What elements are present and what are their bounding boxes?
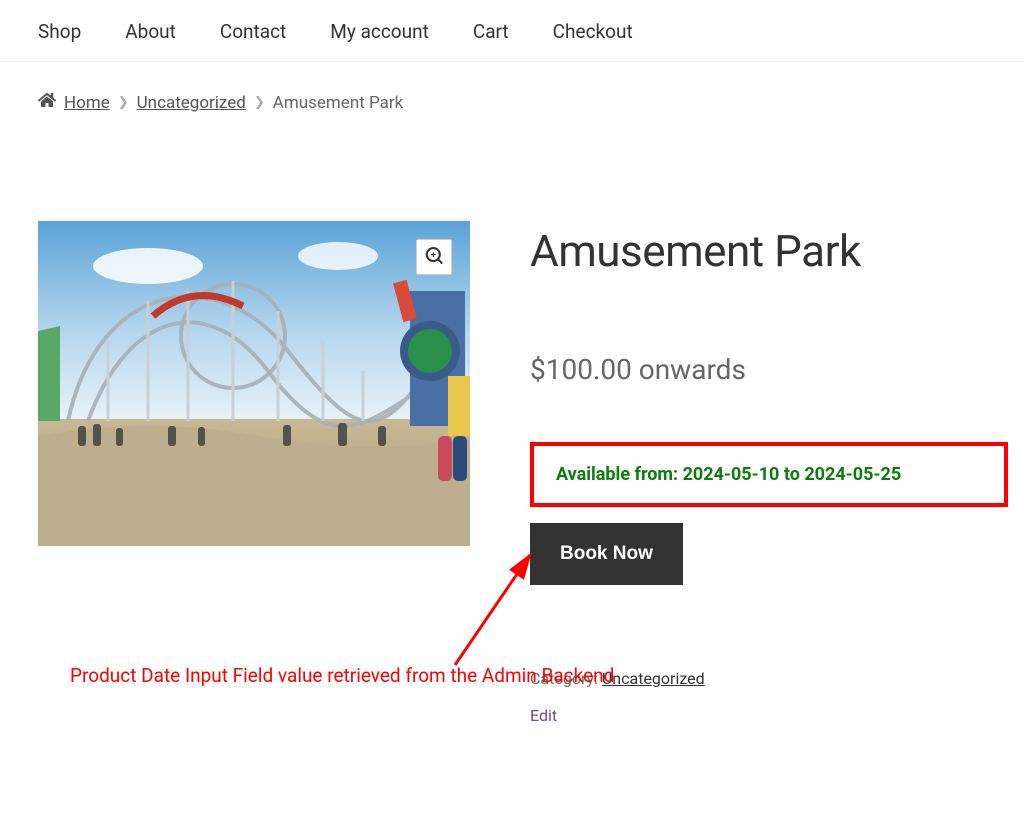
nav-about[interactable]: About [125, 20, 176, 43]
edit-link[interactable]: Edit [530, 706, 557, 725]
product-content: Amusement Park $100.00 onwards Available… [0, 131, 1024, 725]
breadcrumb-separator: ❯ [118, 95, 129, 110]
book-now-button[interactable]: Book Now [530, 523, 683, 585]
nav-shop[interactable]: Shop [38, 20, 81, 43]
breadcrumb-category[interactable]: Uncategorized [137, 93, 246, 113]
nav-contact[interactable]: Contact [220, 20, 286, 43]
nav-myaccount[interactable]: My account [330, 20, 429, 43]
availability-text: Available from: 2024-05-10 to 2024-05-25 [556, 464, 901, 485]
product-details: Amusement Park $100.00 onwards Available… [530, 221, 1008, 725]
availability-highlight-box: Available from: 2024-05-10 to 2024-05-25 [530, 442, 1008, 507]
home-icon [38, 92, 56, 113]
breadcrumb-separator: ❯ [254, 95, 265, 110]
breadcrumb-home[interactable]: Home [64, 93, 110, 113]
product-price: $100.00 onwards [530, 353, 1008, 386]
product-title: Amusement Park [530, 225, 1008, 277]
zoom-button[interactable] [416, 239, 452, 275]
product-image[interactable] [38, 221, 470, 546]
product-image-wrap [38, 221, 470, 546]
nav-cart[interactable]: Cart [473, 20, 509, 43]
magnify-plus-icon [425, 247, 443, 268]
category-link[interactable]: Uncategorized [602, 669, 705, 688]
nav-checkout[interactable]: Checkout [553, 20, 633, 43]
breadcrumb-current: Amusement Park [273, 93, 404, 113]
annotation-text: Product Date Input Field value retrieved… [70, 664, 614, 687]
main-nav: Shop About Contact My account Cart Check… [0, 0, 1024, 62]
breadcrumb: Home ❯ Uncategorized ❯ Amusement Park [0, 62, 1024, 131]
